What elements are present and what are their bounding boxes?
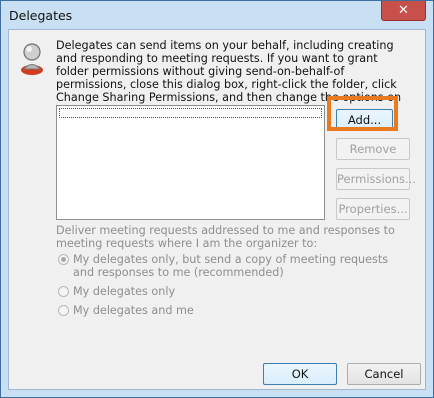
radio-button[interactable] xyxy=(58,305,69,316)
dialog-body: Delegates can send items on your behalf,… xyxy=(8,29,426,390)
radio-label: My delegates only, but send a copy of me… xyxy=(73,253,389,279)
remove-button[interactable]: Remove xyxy=(336,138,410,160)
close-icon: ✕ xyxy=(398,3,409,18)
person-icon xyxy=(21,43,43,75)
permissions-button[interactable]: Permissions... xyxy=(336,168,416,190)
meeting-requests-label: Deliver meeting requests addressed to me… xyxy=(56,224,395,250)
cancel-button[interactable]: Cancel xyxy=(347,363,421,385)
highlight-box xyxy=(327,96,398,131)
close-button[interactable]: ✕ xyxy=(381,1,426,21)
properties-button[interactable]: Properties... xyxy=(336,198,410,220)
radio-button[interactable] xyxy=(58,254,69,265)
ok-button[interactable]: OK xyxy=(263,363,337,385)
radio-label: My delegates and me xyxy=(73,304,194,317)
radio-label: My delegates only xyxy=(73,285,176,298)
list-focus-row xyxy=(59,108,322,118)
delegates-dialog: Delegates ✕ Delegates can send items on … xyxy=(0,0,434,398)
window-title: Delegates xyxy=(9,8,73,23)
delegates-list[interactable] xyxy=(56,105,325,220)
title-bar: Delegates ✕ xyxy=(1,1,433,29)
radio-button[interactable] xyxy=(58,286,69,297)
